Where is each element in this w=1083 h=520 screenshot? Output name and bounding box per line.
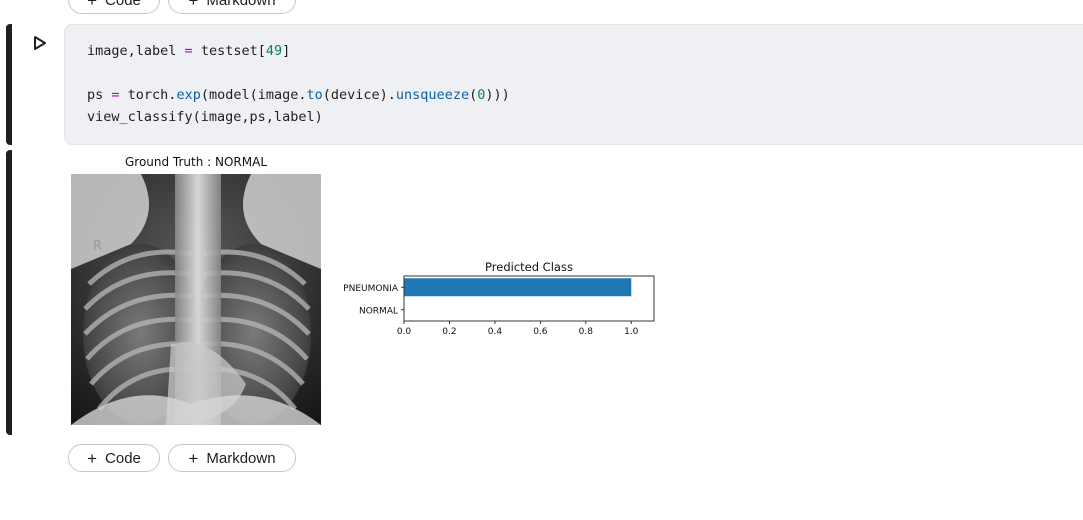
chart-ytick-label: PNEUMONIA: [343, 284, 399, 294]
image-title: Ground Truth : NORMAL: [124, 155, 268, 169]
code-line-1: image,label = testset[49]: [87, 43, 291, 59]
chart-xtick-label: 0.6: [533, 327, 548, 337]
add-markdown-label: Markdown: [206, 449, 276, 467]
plus-icon: +: [87, 448, 98, 468]
code-line-2: ps = torch.exp(model(image.to(device).un…: [87, 87, 510, 103]
chart-xtick-label: 0.0: [397, 327, 412, 337]
xray-image: R: [71, 174, 321, 425]
predicted-class-chart: Predicted Class NORMAL PNEUMONIA 0.0 0.2 0.…: [343, 260, 655, 337]
add-markdown-button-top[interactable]: + Markdown: [168, 0, 296, 14]
code-line-3: view_classify(image,ps,label): [87, 109, 323, 125]
plus-icon: +: [188, 448, 199, 468]
chart-bar-pneumonia: [404, 278, 632, 297]
chart-title: Predicted Class: [485, 260, 573, 274]
add-markdown-label: Markdown: [206, 0, 276, 9]
code-cell-editor[interactable]: image,label = testset[49] ps = torch.exp…: [64, 24, 1083, 145]
plus-icon: +: [188, 0, 199, 10]
cell-focus-bar-input: [6, 24, 12, 145]
add-code-label: Code: [105, 449, 141, 467]
add-markdown-button[interactable]: + Markdown: [168, 444, 296, 472]
image-side-marker: R: [93, 239, 102, 254]
chart-xtick-label: 0.2: [442, 327, 456, 337]
cell-focus-bar-output: [6, 150, 12, 435]
plus-icon: +: [87, 0, 98, 10]
add-code-label: Code: [105, 0, 141, 9]
chart-xtick-label: 1.0: [624, 327, 639, 337]
chart-xtick-label: 0.4: [488, 327, 503, 337]
chart-xtick-label: 0.8: [579, 327, 594, 337]
chart-ytick-label: NORMAL: [359, 306, 398, 316]
run-cell-icon[interactable]: [33, 36, 47, 50]
add-code-button-top[interactable]: + Code: [68, 0, 160, 14]
add-code-button[interactable]: + Code: [68, 444, 160, 472]
